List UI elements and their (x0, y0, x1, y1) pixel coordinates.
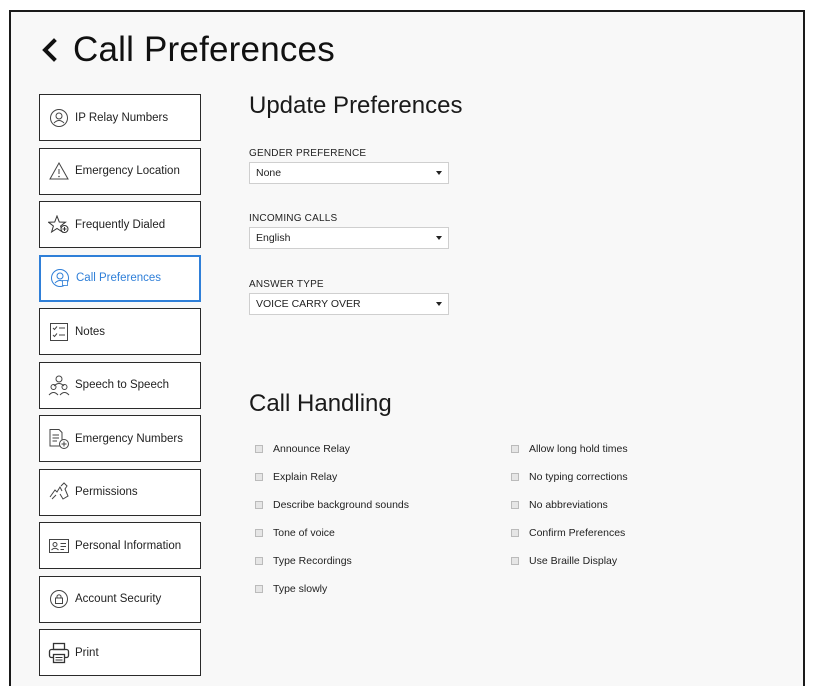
checkbox[interactable] (255, 473, 263, 481)
answer-type-group: ANSWER TYPE VOICE CARRY OVER (249, 279, 449, 315)
sidebar-item-label: Print (75, 646, 99, 659)
sidebar-item-label: Emergency Location (75, 165, 180, 177)
caret-down-icon (436, 236, 442, 240)
lock-circle-icon (48, 588, 70, 610)
checkbox-row[interactable]: Confirm Preferences (511, 519, 628, 547)
gender-preference-group: GENDER PREFERENCE None (249, 148, 449, 184)
checkbox-row[interactable]: Use Braille Display (511, 547, 628, 575)
user-circle-icon (48, 107, 70, 129)
section-title-update-preferences: Update Preferences (249, 92, 463, 119)
checkbox-row[interactable]: Announce Relay (255, 435, 409, 463)
printer-icon (48, 642, 70, 664)
star-plus-icon (48, 214, 70, 236)
field-label: ANSWER TYPE (249, 279, 324, 290)
sidebar-item-label: Permissions (75, 486, 138, 498)
permissions-hand-icon (48, 481, 70, 503)
sidebar-item-speech-to-speech[interactable]: Speech to Speech (39, 361, 201, 409)
checkbox[interactable] (511, 529, 519, 537)
sidebar-item-personal-information[interactable]: Personal Information (39, 522, 201, 569)
field-label: GENDER PREFERENCE (249, 148, 367, 159)
checkbox-row[interactable]: Type Recordings (255, 547, 409, 575)
checkbox-row[interactable]: No typing corrections (511, 463, 628, 491)
checkbox-row[interactable]: Type slowly (255, 575, 409, 603)
warning-triangle-icon (48, 160, 70, 182)
options-column-right: Allow long hold times No typing correcti… (511, 435, 628, 575)
sidebar-item-emergency-numbers[interactable]: Emergency Numbers (39, 415, 201, 462)
sidebar-item-label: Emergency Numbers (75, 432, 184, 445)
document-plus-icon (48, 428, 70, 450)
sidebar-item-label: Personal Information (75, 539, 182, 552)
select-value: English (256, 232, 291, 244)
checkbox-row[interactable]: Tone of voice (255, 519, 409, 547)
sidebar-item-label: Speech to Speech (75, 379, 169, 391)
sidebar-item-permissions[interactable]: Permissions (39, 468, 201, 516)
back-chevron-icon[interactable] (41, 35, 63, 65)
incoming-calls-group: INCOMING CALLS English (249, 213, 449, 249)
sidebar: IP Relay Numbers Emergency Location Freq… (39, 94, 201, 683)
sidebar-item-label: IP Relay Numbers (75, 111, 169, 124)
checkbox[interactable] (255, 501, 263, 509)
caret-down-icon (436, 302, 442, 306)
gender-preference-select[interactable]: None (249, 162, 449, 184)
sidebar-item-account-security[interactable]: Account Security (39, 575, 201, 623)
answer-type-select[interactable]: VOICE CARRY OVER (249, 293, 449, 315)
header: Call Preferences (41, 30, 335, 70)
checkbox-row[interactable]: No abbreviations (511, 491, 628, 519)
sidebar-item-print[interactable]: Print (39, 629, 201, 676)
checkbox[interactable] (255, 557, 263, 565)
checkbox[interactable] (255, 445, 263, 453)
sidebar-item-emergency-location[interactable]: Emergency Location (39, 147, 201, 195)
page-title: Call Preferences (73, 30, 335, 69)
sidebar-item-label: Notes (75, 325, 106, 338)
checkbox[interactable] (511, 445, 519, 453)
user-settings-icon (49, 267, 71, 289)
incoming-calls-select[interactable]: English (249, 227, 449, 249)
id-card-icon (48, 535, 70, 557)
field-label: INCOMING CALLS (249, 213, 338, 224)
sidebar-item-label: Frequently Dialed (75, 218, 166, 231)
sidebar-item-ip-relay-numbers[interactable]: IP Relay Numbers (39, 94, 201, 141)
section-title-call-handling: Call Handling (249, 390, 392, 417)
checkbox[interactable] (255, 585, 263, 593)
checklist-icon (48, 321, 70, 343)
select-value: None (256, 167, 282, 179)
checkbox-row[interactable]: Allow long hold times (511, 435, 628, 463)
checkbox[interactable] (511, 501, 519, 509)
people-icon (48, 374, 70, 396)
options-column-left: Announce Relay Explain Relay Describe ba… (255, 435, 409, 603)
checkbox[interactable] (511, 473, 519, 481)
sidebar-item-label: Account Security (75, 593, 162, 605)
caret-down-icon (436, 171, 442, 175)
app-frame: Call Preferences IP Relay Numbers Emerge… (9, 10, 805, 686)
sidebar-item-call-preferences[interactable]: Call Preferences (39, 254, 201, 302)
select-value: VOICE CARRY OVER (256, 298, 361, 310)
sidebar-item-notes[interactable]: Notes (39, 308, 201, 355)
checkbox-row[interactable]: Describe background sounds (255, 491, 409, 519)
checkbox-row[interactable]: Explain Relay (255, 463, 409, 491)
main-content: Update Preferences GENDER PREFERENCE Non… (249, 92, 789, 595)
checkbox[interactable] (255, 529, 263, 537)
sidebar-item-frequently-dialed[interactable]: Frequently Dialed (39, 201, 201, 248)
sidebar-item-label: Call Preferences (76, 272, 162, 284)
checkbox[interactable] (511, 557, 519, 565)
